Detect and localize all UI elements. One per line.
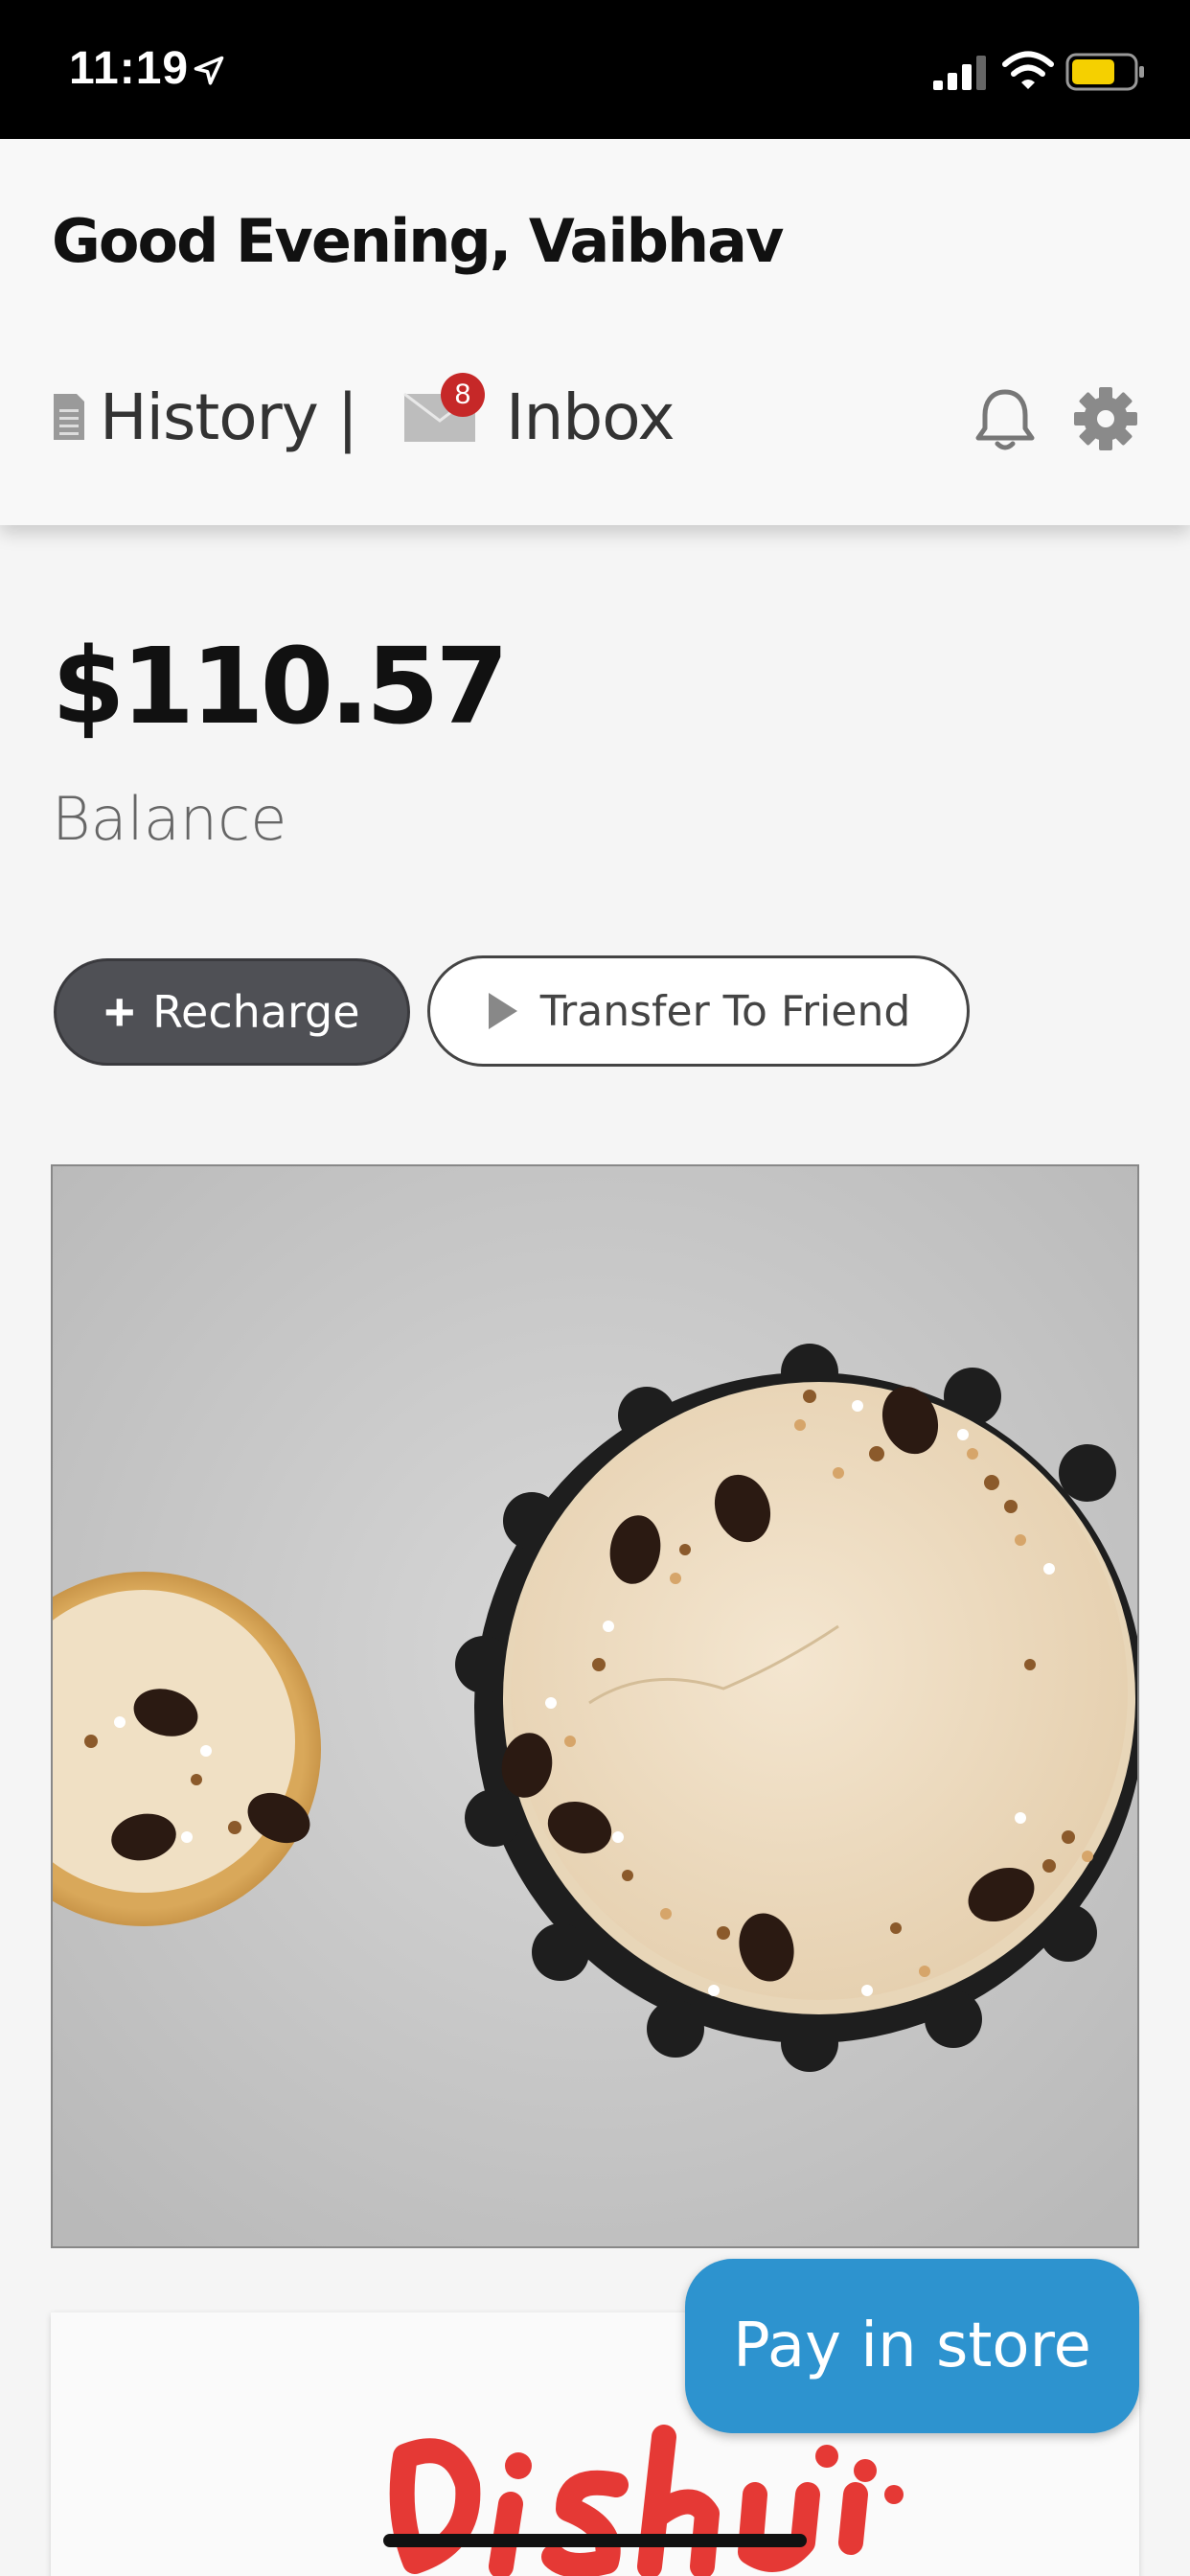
play-icon	[488, 993, 517, 1029]
cellular-signal-icon	[933, 56, 986, 90]
balance-label: Balance	[52, 784, 287, 854]
transfer-label: Transfer To Friend	[539, 986, 911, 1036]
inbox-link[interactable]: 8 Inbox	[402, 373, 675, 455]
pay-in-store-label: Pay in store	[733, 2311, 1091, 2381]
promo-image[interactable]	[51, 1164, 1139, 2248]
bell-icon[interactable]	[973, 386, 1037, 453]
gear-icon[interactable]	[1073, 386, 1138, 451]
history-link[interactable]: History |	[52, 379, 358, 455]
recharge-label: Recharge	[152, 986, 360, 1038]
cheesecake-photo	[53, 1166, 1137, 2246]
home-indicator[interactable]	[383, 2534, 807, 2547]
document-icon	[54, 394, 84, 440]
pay-in-store-button[interactable]: Pay in store	[685, 2259, 1139, 2433]
inbox-count-badge: 8	[441, 373, 485, 417]
location-arrow-icon	[194, 56, 224, 85]
mail-icon-wrap: 8	[402, 373, 485, 444]
status-time: 11:19	[69, 43, 190, 94]
app-header: Good Evening, Vaibhav History | 8 Inbox	[0, 139, 1190, 525]
balance-amount: $110.57	[52, 625, 509, 748]
greeting-title: Good Evening, Vaibhav	[52, 206, 784, 276]
plus-icon: +	[103, 981, 136, 1042]
inbox-label: Inbox	[506, 380, 675, 454]
recharge-button[interactable]: + Recharge	[54, 958, 410, 1066]
battery-icon	[1065, 53, 1144, 91]
wifi-icon	[1002, 51, 1054, 89]
transfer-to-friend-button[interactable]: Transfer To Friend	[427, 955, 970, 1067]
history-label: History |	[100, 380, 358, 454]
status-bar: 11:19	[0, 0, 1190, 139]
